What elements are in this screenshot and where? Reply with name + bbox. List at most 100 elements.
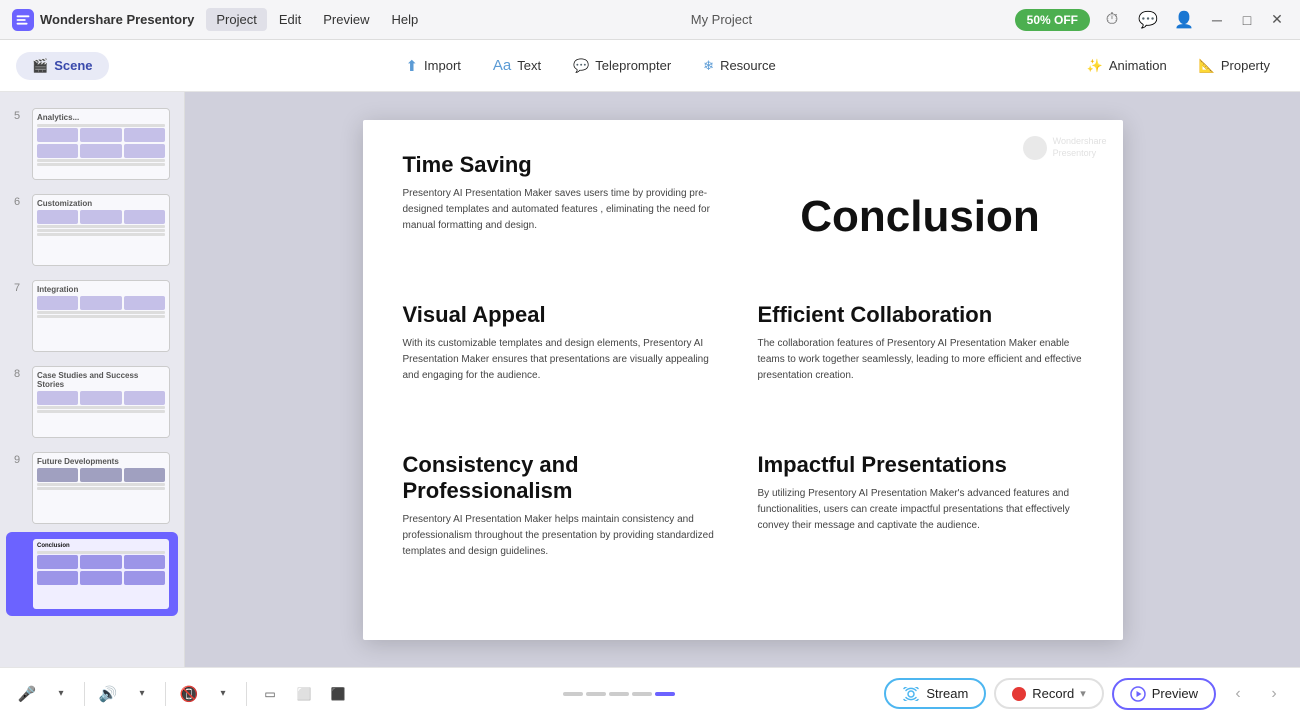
bottom-bar: 🎤 ▾ 🔊 ▾ 📵 ▾ ▭ ⬜ ⬛ (0, 667, 1300, 719)
slide-label-9: Future Developments (37, 457, 165, 466)
project-name: My Project (436, 12, 1006, 27)
resource-label: Resource (720, 58, 776, 73)
slide-label-7: Integration (37, 285, 165, 294)
camera-dropdown[interactable]: ▾ (208, 679, 238, 709)
slide-thumb-5: Analytics... (32, 108, 170, 180)
toolbar: 🎬 Scene ⬆ Import Aa Text 💬 Teleprompter … (0, 40, 1300, 92)
scene-label: Scene (54, 58, 92, 73)
slide-progress-bar (361, 692, 876, 696)
microphone-dropdown[interactable]: ▾ (46, 679, 76, 709)
speaker-button[interactable]: 🔊 (93, 679, 123, 709)
next-slide-button[interactable]: › (1260, 680, 1288, 708)
region-capture-button[interactable]: ⬛ (323, 679, 353, 709)
promo-button[interactable]: 50% OFF (1015, 9, 1090, 31)
animation-button[interactable]: ✨ Animation (1073, 52, 1181, 80)
record-button[interactable]: Record ▾ (994, 678, 1103, 709)
preview-icon (1130, 686, 1146, 702)
animation-icon: ✨ (1087, 58, 1103, 74)
account-icon[interactable]: 👤 (1170, 6, 1198, 34)
prev-slide-button[interactable]: ‹ (1224, 680, 1252, 708)
slide-label-5: Analytics... (37, 113, 165, 122)
prog-dot-3 (609, 692, 629, 696)
slide-panel: 5 Analytics... (0, 92, 185, 667)
slide-item-conclusion[interactable]: Conclusion (6, 532, 178, 616)
menu-bar: Project Edit Preview Help (206, 8, 428, 31)
main-area: 5 Analytics... (0, 92, 1300, 667)
screen-capture-button[interactable]: ▭ (255, 679, 285, 709)
speaker-dropdown[interactable]: ▾ (127, 679, 157, 709)
menu-project[interactable]: Project (206, 8, 266, 31)
slide-item-5[interactable]: 5 Analytics... (6, 102, 178, 186)
canvas-area: WondersharePresentory Time Saving Presen… (185, 92, 1300, 667)
animation-label: Animation (1109, 58, 1167, 73)
slide-item-9[interactable]: 9 Future Developments (6, 446, 178, 530)
import-button[interactable]: ⬆ Import (391, 51, 474, 81)
ec-title: Efficient Collaboration (758, 302, 1083, 328)
stream-label: Stream (926, 686, 968, 701)
slide-item-7[interactable]: 7 Integration (6, 274, 178, 358)
slide-item-8[interactable]: 8 Case Studies and Success Stories (6, 360, 178, 444)
app-logo-icon (12, 9, 34, 31)
watermark-text: WondersharePresentory (1053, 136, 1107, 159)
prog-dot-1 (563, 692, 583, 696)
text-icon: Aa (493, 57, 511, 74)
progress-dots (563, 692, 675, 696)
prog-dot-4 (632, 692, 652, 696)
slide-label-6: Customization (37, 199, 165, 208)
slide-number-5: 5 (14, 110, 26, 122)
teleprompter-button[interactable]: 💬 Teleprompter (559, 52, 685, 80)
cp-body: Presentory AI Presentation Maker helps m… (403, 512, 728, 560)
bottom-tools: 🎤 ▾ 🔊 ▾ 📵 ▾ ▭ ⬜ ⬛ (12, 679, 353, 709)
conclusion-title: Conclusion (800, 192, 1040, 242)
slide-thumb-6: Customization (32, 194, 170, 266)
window-capture-button[interactable]: ⬜ (289, 679, 319, 709)
import-label: Import (424, 58, 461, 73)
text-label: Text (517, 58, 541, 73)
record-dropdown-icon[interactable]: ▾ (1080, 687, 1086, 700)
slide-thumb-conclusion: Conclusion (32, 538, 170, 610)
clock-icon[interactable]: ⏱ (1098, 6, 1126, 34)
va-body: With its customizable templates and desi… (403, 336, 728, 384)
va-title: Visual Appeal (403, 302, 728, 328)
ts-body: Presentory AI Presentation Maker saves u… (403, 186, 728, 234)
prog-dot-2 (586, 692, 606, 696)
menu-help[interactable]: Help (382, 8, 429, 31)
close-button[interactable]: ✕ (1266, 9, 1288, 31)
property-label: Property (1221, 58, 1270, 73)
chat-icon[interactable]: 💬 (1134, 6, 1162, 34)
slide-item-6[interactable]: 6 Customization (6, 188, 178, 272)
microphone-button[interactable]: 🎤 (12, 679, 42, 709)
scene-icon: 🎬 (32, 58, 48, 74)
bottom-actions: Stream Record ▾ Preview ‹ › (884, 678, 1288, 710)
ec-body: The collaboration features of Presentory… (758, 336, 1083, 384)
stream-icon (902, 687, 920, 701)
conclusion-block: Conclusion (758, 152, 1083, 282)
property-button[interactable]: 📐 Property (1185, 52, 1284, 80)
minimize-button[interactable]: ─ (1206, 9, 1228, 31)
section-efficient-collaboration: Efficient Collaboration The collaboratio… (758, 302, 1083, 432)
property-icon: 📐 (1199, 58, 1215, 74)
text-button[interactable]: Aa Text (479, 51, 555, 80)
ts-title: Time Saving (403, 152, 728, 178)
camera-off-button[interactable]: 📵 (174, 679, 204, 709)
preview-button[interactable]: Preview (1112, 678, 1216, 710)
app-logo: Wondershare Presentory (12, 9, 194, 31)
resource-button[interactable]: ❄ Resource (689, 52, 790, 80)
record-icon (1012, 687, 1026, 701)
slide-thumb-7: Integration (32, 280, 170, 352)
titlebar: Wondershare Presentory Project Edit Prev… (0, 0, 1300, 40)
watermark-icon (1023, 136, 1047, 160)
stream-button[interactable]: Stream (884, 678, 986, 709)
record-label: Record (1032, 686, 1074, 701)
maximize-button[interactable]: □ (1236, 9, 1258, 31)
section-visual-appeal: Visual Appeal With its customizable temp… (403, 302, 728, 432)
slide-number-8: 8 (14, 368, 26, 380)
menu-preview[interactable]: Preview (313, 8, 379, 31)
slide-number-7: 7 (14, 282, 26, 294)
scene-button[interactable]: 🎬 Scene (16, 52, 109, 80)
menu-edit[interactable]: Edit (269, 8, 311, 31)
slide-thumb-8: Case Studies and Success Stories (32, 366, 170, 438)
section-consistency-professionalism: Consistency and Professionalism Presento… (403, 452, 728, 608)
slide-thumb-9: Future Developments (32, 452, 170, 524)
watermark: WondersharePresentory (1023, 136, 1107, 160)
